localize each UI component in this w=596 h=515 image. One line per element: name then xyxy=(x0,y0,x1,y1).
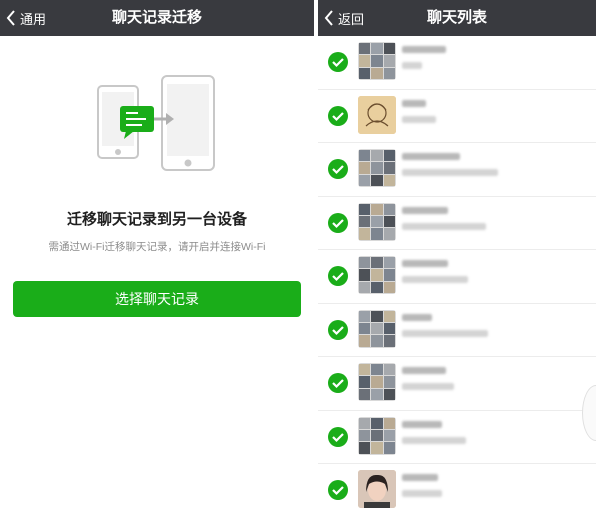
nav-bar: 返回 聊天列表 xyxy=(318,0,596,36)
obscured-text xyxy=(402,329,488,337)
obscured-text xyxy=(402,115,436,123)
obscured-text xyxy=(402,276,468,283)
obscured-text xyxy=(402,383,454,390)
chat-row[interactable] xyxy=(318,143,596,197)
chat-row[interactable] xyxy=(318,36,596,90)
avatar xyxy=(358,363,396,401)
avatar xyxy=(358,42,396,80)
avatar xyxy=(358,416,396,455)
avatar xyxy=(358,95,396,134)
back-chevron-icon xyxy=(324,10,333,26)
checkmark-icon[interactable] xyxy=(328,480,348,500)
migration-heading: 迁移聊天记录到另一台设备 xyxy=(66,211,247,228)
avatar xyxy=(358,309,396,348)
obscured-text xyxy=(402,99,426,107)
avatar xyxy=(358,256,396,294)
back-label: 通用 xyxy=(20,11,47,27)
obscured-text xyxy=(402,367,446,374)
chat-row[interactable] xyxy=(318,357,596,411)
phone-transfer-illustration xyxy=(97,75,215,171)
checkmark-icon[interactable] xyxy=(328,319,348,340)
checkmark-icon[interactable] xyxy=(328,266,348,286)
obscured-text xyxy=(402,420,442,428)
obscured-text xyxy=(402,474,438,481)
chat-list-screen: 返回 聊天列表 xyxy=(318,0,596,515)
chat-migration-screen: 通用 聊天记录迁移 迁移聊天记录到另一台设备 需通过Wi-Fi迁移聊天记录，请开… xyxy=(0,0,314,515)
chat-row[interactable] xyxy=(318,250,596,304)
avatar xyxy=(358,470,396,508)
checkmark-icon[interactable] xyxy=(328,105,348,126)
checkmark-icon[interactable] xyxy=(328,159,348,179)
chat-row[interactable] xyxy=(318,197,596,250)
obscured-text xyxy=(402,313,432,321)
back-button[interactable]: 通用 xyxy=(6,0,46,36)
obscured-text xyxy=(402,46,446,53)
chat-list xyxy=(318,36,596,515)
checkmark-icon[interactable] xyxy=(328,212,348,233)
obscured-text xyxy=(402,260,448,267)
checkmark-icon[interactable] xyxy=(328,373,348,393)
wifi-hint: 需通过Wi-Fi迁移聊天记录，请开启并连接Wi-Fi xyxy=(48,241,266,253)
chat-row[interactable] xyxy=(318,411,596,464)
page-title: 聊天记录迁移 xyxy=(111,9,202,26)
select-chat-history-button[interactable]: 选择聊天记录 xyxy=(13,281,301,317)
obscured-text xyxy=(402,490,442,497)
avatar xyxy=(358,202,396,241)
obscured-text xyxy=(402,62,422,69)
chat-row[interactable] xyxy=(318,304,596,357)
chat-row[interactable] xyxy=(318,90,596,143)
chat-row[interactable] xyxy=(318,464,596,515)
nav-bar: 通用 聊天记录迁移 xyxy=(0,0,314,36)
obscured-text xyxy=(402,436,466,444)
obscured-text xyxy=(402,222,486,230)
avatar xyxy=(358,149,396,187)
checkmark-icon[interactable] xyxy=(328,426,348,447)
back-button[interactable]: 返回 xyxy=(324,0,364,36)
checkmark-icon[interactable] xyxy=(328,52,348,72)
back-chevron-icon xyxy=(6,10,15,26)
obscured-text xyxy=(402,206,448,214)
obscured-text xyxy=(402,153,460,160)
back-label: 返回 xyxy=(338,11,365,27)
obscured-text xyxy=(402,169,498,176)
